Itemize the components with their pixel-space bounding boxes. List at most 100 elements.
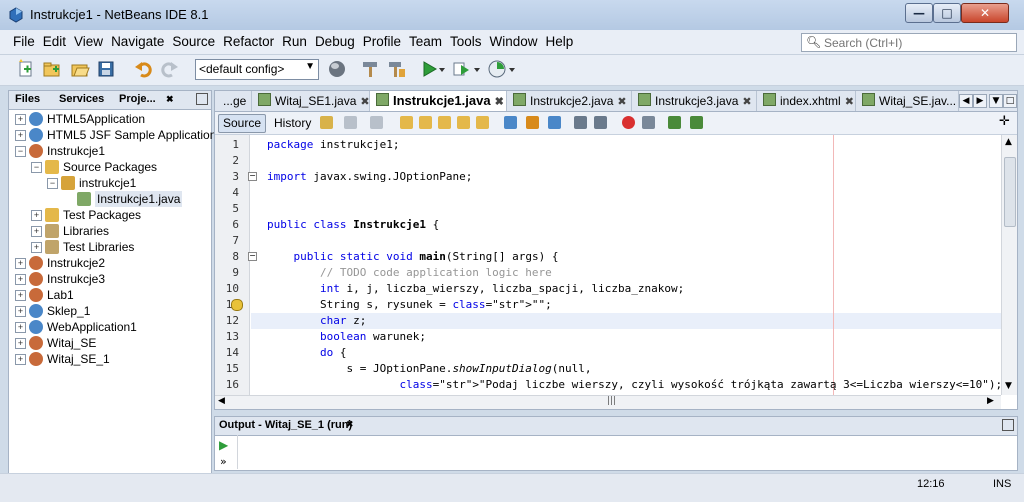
build-hammer-icon[interactable]: [360, 59, 380, 79]
menu-tools[interactable]: Tools: [447, 30, 485, 54]
menu-file[interactable]: File: [10, 30, 38, 54]
close-window-button[interactable]: ✕: [961, 3, 1009, 23]
scroll-right-icon[interactable]: ▶: [987, 396, 994, 406]
tree-node[interactable]: + HTML5 JSF Sample Application: [9, 127, 216, 143]
more-actions-icon[interactable]: »: [220, 455, 227, 468]
expand-icon[interactable]: +: [15, 338, 26, 349]
run-icon[interactable]: [419, 59, 439, 79]
open-project-icon[interactable]: [70, 59, 90, 79]
menu-window[interactable]: Window: [487, 30, 541, 54]
tree-node[interactable]: + Sklep_1: [9, 303, 209, 319]
profile-dropdown-icon[interactable]: [508, 59, 518, 79]
tree-node[interactable]: − Instrukcje1: [9, 143, 209, 159]
scroll-left-icon[interactable]: ◀: [218, 396, 225, 406]
editor-tab[interactable]: ...ge: [217, 91, 252, 111]
editor-tab[interactable]: index.xhtml ✖: [757, 91, 856, 111]
new-project-icon[interactable]: [42, 59, 62, 79]
code-area[interactable]: package instrukcje1; import javax.swing.J…: [251, 135, 1001, 395]
expand-icon[interactable]: +: [15, 274, 26, 285]
rerun-icon[interactable]: ▶: [219, 438, 228, 452]
tree-node[interactable]: + Lab1: [9, 287, 209, 303]
comment-icon[interactable]: [668, 116, 681, 129]
redo-icon[interactable]: [160, 59, 180, 79]
tree-node[interactable]: + HTML5Application: [9, 111, 209, 127]
search-box[interactable]: 🔍︎: [801, 33, 1017, 52]
toggle-bookmark-icon[interactable]: [548, 116, 561, 129]
find-icon[interactable]: [400, 116, 413, 129]
expand-editor-icon[interactable]: ✛: [999, 114, 1010, 129]
toggle-highlight-icon[interactable]: [457, 116, 470, 129]
tree-node[interactable]: Instrukcje1.java: [9, 191, 209, 207]
find-prev-icon[interactable]: [419, 116, 432, 129]
close-tab-icon[interactable]: ✖: [742, 96, 751, 108]
last-edit-icon[interactable]: [320, 116, 333, 129]
tree-node[interactable]: + Test Libraries: [9, 239, 209, 255]
menu-run[interactable]: Run: [279, 30, 310, 54]
menu-refactor[interactable]: Refactor: [220, 30, 277, 54]
next-bookmark-icon[interactable]: [526, 116, 539, 129]
save-all-icon[interactable]: [96, 59, 116, 79]
tab-projects[interactable]: Proje...: [119, 93, 156, 105]
menu-view[interactable]: View: [71, 30, 106, 54]
menu-team[interactable]: Team: [406, 30, 445, 54]
profile-icon[interactable]: [487, 59, 507, 79]
tab-files[interactable]: Files: [15, 93, 40, 105]
output-tab-title[interactable]: Output - Witaj_SE_1 (run): [219, 419, 352, 431]
scroll-tabs-left-icon[interactable]: ◀: [959, 94, 973, 108]
forward-icon[interactable]: [370, 116, 383, 129]
collapse-icon[interactable]: −: [15, 146, 26, 157]
tree-node[interactable]: + Libraries: [9, 223, 209, 239]
clean-build-icon[interactable]: [387, 59, 407, 79]
prev-bookmark-icon[interactable]: [504, 116, 517, 129]
editor-tab[interactable]: Instrukcje1.java ✖: [370, 91, 507, 111]
hint-lightbulb-icon[interactable]: [231, 299, 243, 311]
config-select[interactable]: <default config> ▼: [195, 59, 319, 80]
editor-tab[interactable]: Witaj_SE.jav...✖: [856, 91, 959, 111]
scroll-tabs-right-icon[interactable]: ▶: [973, 94, 987, 108]
minimize-output-icon[interactable]: [1002, 419, 1014, 431]
menu-source[interactable]: Source: [169, 30, 218, 54]
expand-icon[interactable]: +: [15, 130, 26, 141]
expand-icon[interactable]: +: [15, 306, 26, 317]
vertical-scrollbar[interactable]: ▲ ▼: [1001, 135, 1017, 395]
undo-icon[interactable]: [133, 59, 153, 79]
editor-tab[interactable]: Witaj_SE1.java ✖: [252, 91, 370, 111]
menu-navigate[interactable]: Navigate: [108, 30, 167, 54]
globe-browser-icon[interactable]: [327, 59, 347, 79]
tree-node[interactable]: + Witaj_SE_1: [9, 351, 209, 367]
find-next-icon[interactable]: [438, 116, 451, 129]
maximize-editor-icon[interactable]: □: [1003, 94, 1017, 108]
scroll-up-icon[interactable]: ▲: [1005, 137, 1012, 147]
menu-help[interactable]: Help: [543, 30, 577, 54]
menu-edit[interactable]: Edit: [40, 30, 69, 54]
tab-list-icon[interactable]: ▼: [989, 94, 1003, 108]
history-button[interactable]: History: [269, 114, 316, 133]
source-button[interactable]: Source: [218, 114, 267, 133]
editor-tab[interactable]: Instrukcje3.java ✖: [632, 91, 757, 111]
expand-icon[interactable]: +: [15, 114, 26, 125]
close-output-icon[interactable]: ✖: [346, 420, 354, 430]
expand-icon[interactable]: +: [15, 354, 26, 365]
maximize-button[interactable]: □: [933, 3, 961, 23]
debug-icon[interactable]: [452, 59, 472, 79]
editor-tab[interactable]: Instrukcje2.java ✖: [507, 91, 632, 111]
new-file-icon[interactable]: [16, 59, 36, 79]
back-icon[interactable]: [344, 116, 357, 129]
toggle-selection-icon[interactable]: [476, 116, 489, 129]
run-dropdown-icon[interactable]: [438, 59, 448, 79]
expand-icon[interactable]: +: [15, 258, 26, 269]
stop-macro-icon[interactable]: [642, 116, 655, 129]
collapse-icon[interactable]: −: [31, 162, 42, 173]
tree-node[interactable]: + Witaj_SE: [9, 335, 209, 351]
minimize-button[interactable]: —: [905, 3, 933, 23]
tree-node[interactable]: + Test Packages: [9, 207, 209, 223]
collapse-icon[interactable]: −: [47, 178, 58, 189]
expand-icon[interactable]: +: [15, 322, 26, 333]
horizontal-scrollbar[interactable]: ◀ ||| ▶: [215, 395, 1001, 409]
output-console[interactable]: [237, 435, 1017, 469]
uncomment-icon[interactable]: [690, 116, 703, 129]
search-input[interactable]: [824, 34, 1012, 51]
record-macro-icon[interactable]: [622, 116, 635, 129]
tab-services[interactable]: Services: [59, 93, 104, 105]
debug-dropdown-icon[interactable]: [473, 59, 483, 79]
